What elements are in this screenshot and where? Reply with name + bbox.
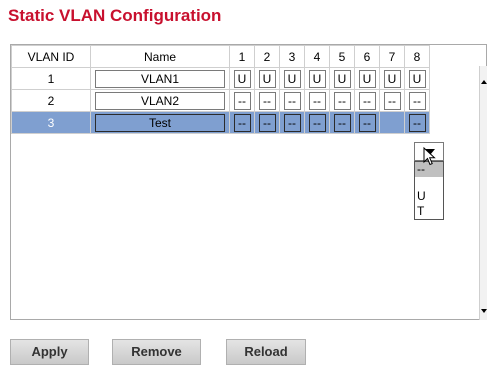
port-select[interactable]: U — [308, 69, 326, 88]
column-header-port-1: 1 — [229, 45, 255, 68]
port-cell: -- — [354, 89, 380, 112]
column-header-port-6: 6 — [354, 45, 380, 68]
port-cell: U — [404, 67, 430, 90]
port-select[interactable]: -- — [233, 113, 251, 132]
table-header-row: VLAN ID Name 1 2 3 4 5 6 7 8 — [11, 45, 430, 68]
port-cell: -- — [329, 89, 355, 112]
port-select[interactable]: -- — [308, 91, 326, 110]
table-row-selected[interactable]: 3 Test -- -- -- -- -- -- -- — [11, 111, 430, 134]
port-select[interactable]: U — [383, 69, 401, 88]
port-select[interactable]: -- — [283, 113, 301, 132]
table-row[interactable]: 2 VLAN2 -- -- -- -- -- -- -- -- — [11, 89, 430, 112]
vlan-name-input[interactable]: Test — [95, 113, 225, 132]
column-header-port-3: 3 — [279, 45, 305, 68]
port-select[interactable]: -- — [283, 91, 301, 110]
vlan-name-input[interactable]: VLAN1 — [95, 69, 225, 88]
scroll-up-icon[interactable] — [481, 80, 487, 84]
dropdown-option[interactable]: U — [415, 189, 443, 204]
table-scrollbar[interactable] — [479, 66, 487, 320]
column-header-port-7: 7 — [379, 45, 405, 68]
port-cell: U — [279, 67, 305, 90]
port-7-dropdown-list: -- U T — [414, 161, 444, 220]
port-cell: -- — [229, 111, 255, 134]
port-select[interactable]: -- — [358, 91, 376, 110]
port-cell: -- — [254, 111, 280, 134]
port-select[interactable]: U — [233, 69, 251, 88]
port-select[interactable]: U — [258, 69, 276, 88]
column-header-port-4: 4 — [304, 45, 330, 68]
port-cell: -- — [279, 89, 305, 112]
port-cell: U — [304, 67, 330, 90]
reload-button[interactable]: Reload — [226, 339, 306, 365]
port-cell: U — [379, 67, 405, 90]
vlan-name-cell: VLAN1 — [90, 67, 230, 90]
apply-button[interactable]: Apply — [10, 339, 89, 365]
port-select[interactable]: U — [333, 69, 351, 88]
port-cell: -- — [304, 89, 330, 112]
port-cell: -- — [379, 89, 405, 112]
port-select[interactable]: -- — [333, 91, 351, 110]
port-select[interactable]: -- — [308, 113, 326, 132]
port-select[interactable]: -- — [358, 113, 376, 132]
port-cell: -- — [404, 89, 430, 112]
column-header-port-8: 8 — [404, 45, 430, 68]
port-select[interactable]: -- — [383, 91, 401, 110]
page-title: Static VLAN Configuration — [8, 6, 222, 25]
column-header-port-5: 5 — [329, 45, 355, 68]
port-select[interactable]: -- — [333, 113, 351, 132]
remove-button[interactable]: Remove — [112, 339, 201, 365]
table-row[interactable]: 1 VLAN1 U U U U U U U U — [11, 67, 430, 90]
column-header-port-2: 2 — [254, 45, 280, 68]
port-cell: -- — [354, 111, 380, 134]
vlan-id-cell: 2 — [11, 89, 91, 112]
column-header-name: Name — [90, 45, 230, 68]
port-cell — [379, 111, 405, 134]
vlan-id-cell: 3 — [11, 111, 91, 134]
vlan-name-input[interactable]: VLAN2 — [95, 91, 225, 110]
port-cell: U — [354, 67, 380, 90]
port-select[interactable]: -- — [258, 113, 276, 132]
vlan-id-cell: 1 — [11, 67, 91, 90]
port-cell: -- — [329, 111, 355, 134]
vlan-name-cell: VLAN2 — [90, 89, 230, 112]
vlan-name-cell: Test — [90, 111, 230, 134]
dropdown-spacer — [415, 177, 443, 189]
scroll-down-icon[interactable] — [481, 309, 487, 313]
port-cell: -- — [279, 111, 305, 134]
port-cell: -- — [254, 89, 280, 112]
port-cell: -- — [304, 111, 330, 134]
port-cell: U — [229, 67, 255, 90]
vlan-table: VLAN ID Name 1 2 3 4 5 6 7 8 1 VLAN1 U U… — [11, 45, 430, 134]
port-select[interactable]: -- — [258, 91, 276, 110]
port-cell: -- — [229, 89, 255, 112]
port-select[interactable]: -- — [408, 91, 426, 110]
dropdown-option[interactable]: T — [415, 204, 443, 219]
port-cell: -- — [404, 111, 430, 134]
port-cell: U — [329, 67, 355, 90]
column-header-vlan-id: VLAN ID — [11, 45, 91, 68]
port-cell: U — [254, 67, 280, 90]
port-select[interactable]: U — [408, 69, 426, 88]
port-select[interactable]: -- — [408, 113, 426, 132]
port-select[interactable]: -- — [233, 91, 251, 110]
port-select[interactable]: U — [283, 69, 301, 88]
port-select[interactable]: U — [358, 69, 376, 88]
mouse-cursor-icon — [423, 147, 436, 166]
